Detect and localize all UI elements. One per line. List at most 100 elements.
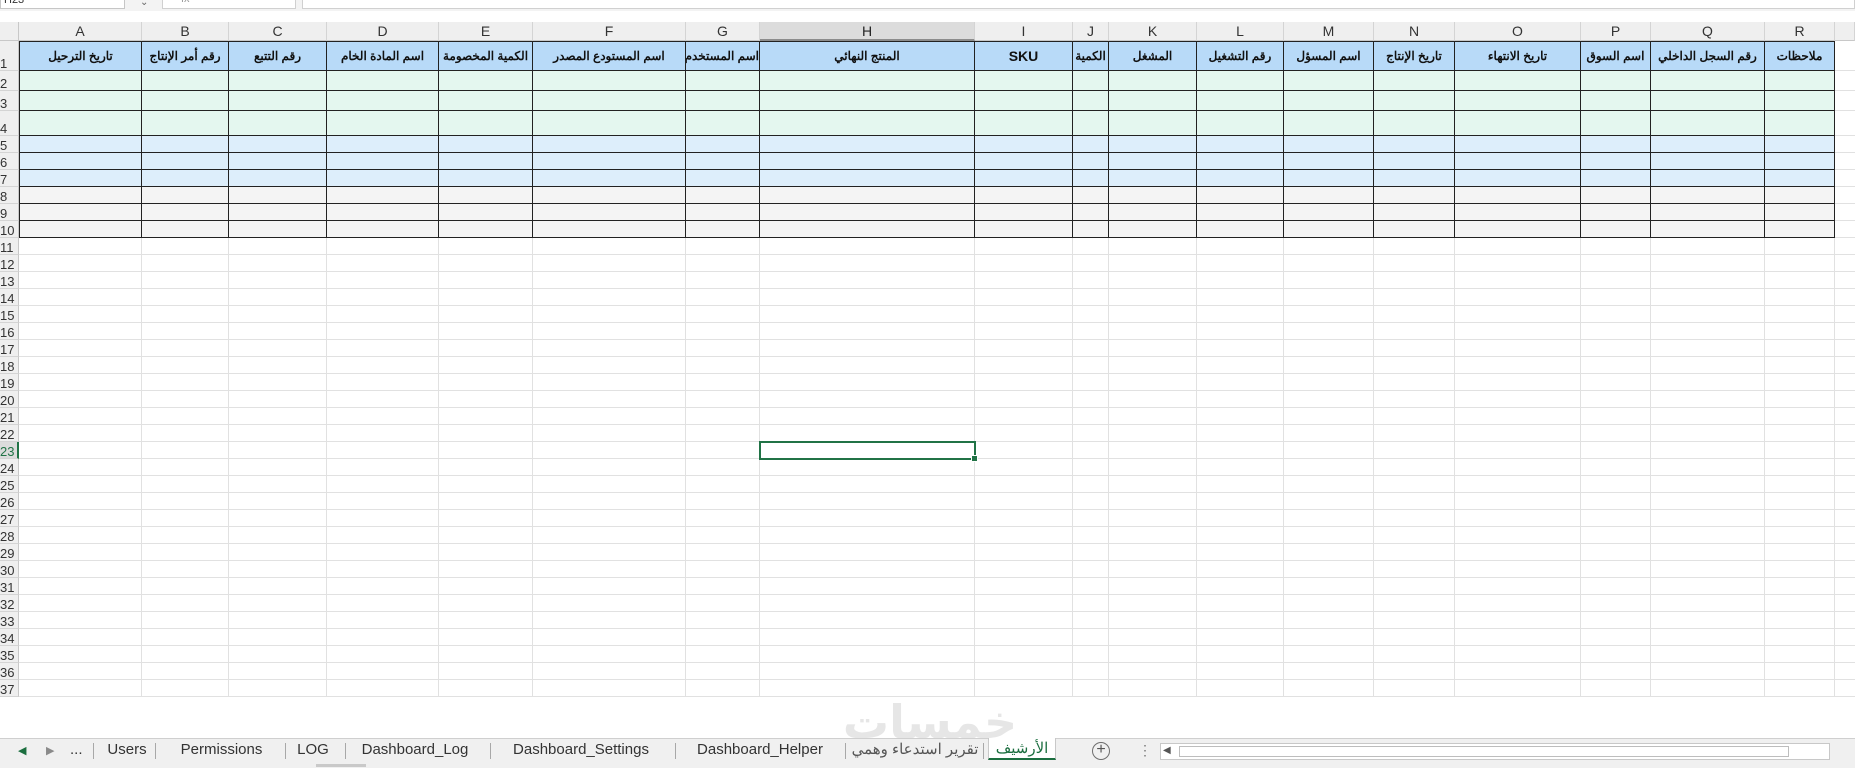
grid-cell[interactable] [1835,136,1855,153]
table-cell[interactable] [1073,71,1109,91]
grid-cell[interactable] [1374,323,1455,340]
grid-cell[interactable] [1197,612,1284,629]
grid-cell[interactable] [1765,493,1835,510]
table-header-cell[interactable]: الكمية [1073,41,1109,71]
grid-cell[interactable] [1109,476,1197,493]
grid-cell[interactable] [19,476,142,493]
table-cell[interactable] [533,187,686,204]
grid-cell[interactable] [1374,459,1455,476]
grid-cell[interactable] [1197,476,1284,493]
grid-cell[interactable] [439,544,533,561]
grid-cell[interactable] [439,272,533,289]
grid-cell[interactable] [533,272,686,289]
grid-cell[interactable] [439,238,533,255]
row-header[interactable]: 30 [0,561,19,578]
grid-cell[interactable] [1073,306,1109,323]
grid-cell[interactable] [1581,374,1651,391]
grid-cell[interactable] [19,289,142,306]
table-cell[interactable] [1651,204,1765,221]
grid-cell[interactable] [1765,374,1835,391]
table-cell[interactable] [760,204,975,221]
sheet-tab[interactable]: Dashboard_Log [350,739,480,761]
add-sheet-button[interactable]: + [1092,742,1110,760]
grid-cell[interactable] [533,408,686,425]
grid-cell[interactable] [1651,306,1765,323]
grid-cell[interactable] [19,272,142,289]
grid-cell[interactable] [1835,272,1855,289]
grid-cell[interactable] [760,323,975,340]
grid-cell[interactable] [1455,493,1581,510]
grid-cell[interactable] [1581,340,1651,357]
grid-cell[interactable] [1197,578,1284,595]
grid-cell[interactable] [1109,561,1197,578]
grid-cell[interactable] [1197,374,1284,391]
grid-cell[interactable] [229,391,327,408]
table-cell[interactable] [760,111,975,136]
table-cell[interactable] [1765,170,1835,187]
row-header[interactable]: 28 [0,527,19,544]
grid-cell[interactable] [760,408,975,425]
grid-cell[interactable] [1835,493,1855,510]
grid-cell[interactable] [327,323,439,340]
grid-cell[interactable] [686,544,760,561]
scroll-left-icon[interactable]: ◀ [1163,745,1171,756]
grid-cell[interactable] [533,442,686,459]
grid-cell[interactable] [1197,544,1284,561]
table-cell[interactable] [1284,187,1374,204]
grid-cell[interactable] [1651,408,1765,425]
grid-cell[interactable] [1374,374,1455,391]
table-cell[interactable] [1374,221,1455,238]
table-cell[interactable] [439,221,533,238]
table-cell[interactable] [686,91,760,111]
grid-cell[interactable] [1835,646,1855,663]
grid-cell[interactable] [19,493,142,510]
grid-cell[interactable] [1284,646,1374,663]
table-cell[interactable] [142,111,229,136]
grid-cell[interactable] [1835,187,1855,204]
grid-cell[interactable] [1651,340,1765,357]
grid-cell[interactable] [1073,646,1109,663]
grid-cell[interactable] [1284,578,1374,595]
grid-cell[interactable] [1651,544,1765,561]
table-cell[interactable] [142,221,229,238]
grid-cell[interactable] [1197,459,1284,476]
grid-cell[interactable] [533,493,686,510]
table-cell[interactable] [142,170,229,187]
row-header[interactable]: 2 [0,71,19,91]
grid-cell[interactable] [533,612,686,629]
table-header-cell[interactable]: تاريخ الانتهاء [1455,41,1581,71]
grid-cell[interactable] [1109,425,1197,442]
grid-cell[interactable] [1835,255,1855,272]
table-cell[interactable] [1651,136,1765,153]
grid-cell[interactable] [229,272,327,289]
column-header[interactable]: J [1073,22,1109,41]
grid-cell[interactable] [19,646,142,663]
grid-cell[interactable] [686,476,760,493]
table-cell[interactable] [1581,170,1651,187]
grid-cell[interactable] [686,527,760,544]
grid-cell[interactable] [327,646,439,663]
grid-cell[interactable] [1651,493,1765,510]
grid-cell[interactable] [142,578,229,595]
grid-cell[interactable] [533,544,686,561]
grid-cell[interactable] [686,323,760,340]
grid-cell[interactable] [1284,663,1374,680]
table-cell[interactable] [19,153,142,170]
grid-cell[interactable] [1581,425,1651,442]
grid-cell[interactable] [1109,340,1197,357]
grid-cell[interactable] [1765,527,1835,544]
row-header[interactable]: 19 [0,374,19,391]
grid-cell[interactable] [1073,680,1109,697]
grid-cell[interactable] [1284,527,1374,544]
table-cell[interactable] [229,91,327,111]
grid-cell[interactable] [327,408,439,425]
grid-cell[interactable] [1455,578,1581,595]
table-cell[interactable] [142,136,229,153]
grid-cell[interactable] [533,238,686,255]
grid-cell[interactable] [1581,476,1651,493]
grid-cell[interactable] [142,374,229,391]
grid-cell[interactable] [533,629,686,646]
grid-cell[interactable] [1765,595,1835,612]
table-cell[interactable] [439,136,533,153]
grid-cell[interactable] [686,595,760,612]
